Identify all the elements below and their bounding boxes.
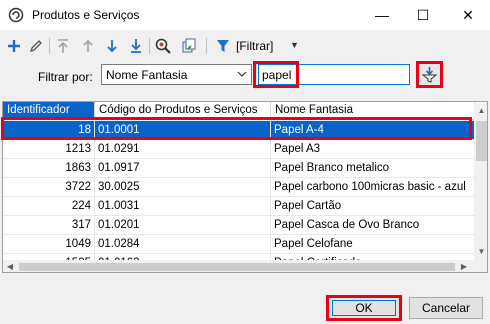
cell-name: Papel carbono 100micras basic - azul: [271, 178, 475, 197]
close-button[interactable]: ✕: [450, 0, 486, 30]
plus-icon[interactable]: [5, 37, 23, 55]
cell-name: Papel Celofane: [271, 235, 475, 254]
cell-code: 01.0201: [95, 216, 271, 235]
filter-by-label: Filtrar por:: [38, 70, 93, 84]
filter-field-value: Nome Fantasia: [106, 68, 188, 82]
ok-button[interactable]: OK: [326, 295, 402, 321]
filter-field-select[interactable]: Nome Fantasia: [101, 64, 252, 85]
cell-id: 3722: [3, 178, 95, 197]
cell-code: 30.0025: [95, 178, 271, 197]
cell-name: Papel Branco metalico: [271, 159, 475, 178]
title-bar: Produtos e Serviços — ☐ ✕: [0, 0, 490, 30]
cell-code: 01.0917: [95, 159, 271, 178]
scroll-down-button[interactable]: ▼: [474, 244, 487, 260]
edit-icon[interactable]: [27, 37, 45, 55]
scroll-left-button[interactable]: ◀: [3, 260, 17, 272]
table-row[interactable]: 1213 01.0291 Papel A3: [3, 140, 475, 159]
apply-filter-icon: [421, 67, 438, 83]
table-row[interactable]: 1863 01.0917 Papel Branco metalico: [3, 159, 475, 178]
cell-code: 01.0291: [95, 140, 271, 159]
table-row[interactable]: 317 01.0201 Papel Casca de Ovo Branco: [3, 216, 475, 235]
cell-code: 01.0001: [95, 121, 271, 140]
cell-id: 224: [3, 197, 95, 216]
chevron-down-icon[interactable]: ▼: [290, 40, 299, 50]
move-top-icon[interactable]: [54, 37, 72, 55]
table-row[interactable]: 224 01.0031 Papel Cartão: [3, 197, 475, 216]
table-row[interactable]: 3722 30.0025 Papel carbono 100micras bas…: [3, 178, 475, 197]
column-header-identificador[interactable]: Identificador: [3, 102, 95, 120]
export-icon[interactable]: [180, 37, 198, 55]
table-row[interactable]: 1049 01.0284 Papel Celofane: [3, 235, 475, 254]
cell-code: 01.0031: [95, 197, 271, 216]
horizontal-scrollbar[interactable]: ◀ ▶: [3, 260, 487, 272]
move-bottom-icon[interactable]: [127, 37, 145, 55]
column-header-codigo[interactable]: Código do Produtos e Serviços: [95, 102, 271, 120]
filter-menu-label[interactable]: [Filtrar]: [236, 39, 273, 53]
filter-icon[interactable]: [214, 37, 232, 55]
cancel-button[interactable]: Cancelar: [409, 297, 483, 319]
toolbar-separator: [206, 38, 207, 54]
cell-id: 1049: [3, 235, 95, 254]
find-icon[interactable]: [154, 37, 172, 55]
scroll-right-button[interactable]: ▶: [457, 260, 471, 272]
move-up-icon[interactable]: [79, 37, 97, 55]
toolbar: [Filtrar] ▼: [0, 30, 490, 60]
apply-filter-button[interactable]: [416, 61, 443, 88]
scroll-up-button[interactable]: ▲: [474, 103, 487, 119]
cell-id: 1863: [3, 159, 95, 178]
cell-id: 18: [3, 121, 95, 140]
products-grid[interactable]: Identificador Código do Produtos e Servi…: [2, 101, 488, 273]
column-header-nome-fantasia[interactable]: Nome Fantasia: [271, 102, 475, 120]
grid-header: Identificador Código do Produtos e Servi…: [3, 102, 475, 120]
cell-code: 01.0284: [95, 235, 271, 254]
vertical-scroll-thumb[interactable]: [476, 121, 487, 161]
toolbar-separator: [149, 38, 150, 54]
horizontal-scroll-thumb[interactable]: [19, 263, 455, 271]
cell-name: Papel A-4: [271, 121, 475, 140]
cell-name: Papel A3: [271, 140, 475, 159]
app-icon: [8, 7, 24, 23]
ok-button-label: OK: [332, 300, 396, 316]
cell-name: Papel Cartão: [271, 197, 475, 216]
table-row[interactable]: 18 01.0001 Papel A-4: [3, 121, 475, 140]
maximize-button[interactable]: ☐: [405, 0, 441, 30]
window-title: Produtos e Serviços: [32, 8, 140, 22]
minimize-button[interactable]: —: [364, 0, 400, 30]
filter-row: Filtrar por: Nome Fantasia: [0, 60, 490, 96]
move-down-icon[interactable]: [103, 37, 121, 55]
cell-id: 317: [3, 216, 95, 235]
search-input[interactable]: [258, 64, 410, 85]
cell-id: 1213: [3, 140, 95, 159]
chevron-down-icon: [237, 71, 247, 77]
toolbar-separator: [49, 38, 50, 54]
cell-name: Papel Casca de Ovo Branco: [271, 216, 475, 235]
vertical-scrollbar[interactable]: ▲ ▼: [474, 103, 487, 260]
dialog-footer: OK Cancelar: [0, 276, 490, 324]
